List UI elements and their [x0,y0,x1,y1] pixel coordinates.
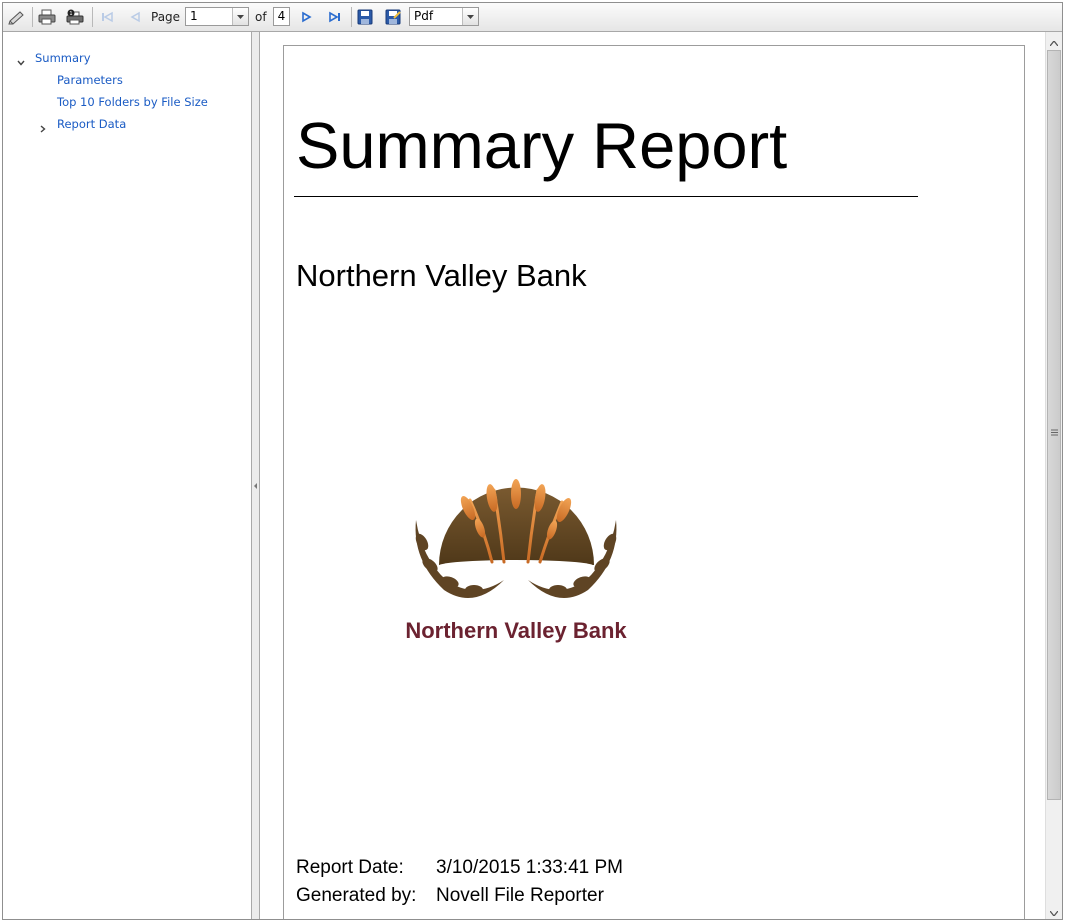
tree-item-label[interactable]: Top 10 Folders by File Size [57,93,208,111]
report-date-label: Report Date: [296,857,404,878]
vertical-scrollbar[interactable] [1045,32,1062,919]
scroll-up-button[interactable] [1046,32,1062,49]
report-date-value: 3/10/2015 1:33:41 PM [436,857,623,878]
save-icon [357,9,373,25]
tree-item-label[interactable]: Summary [35,49,91,67]
chevron-down-icon[interactable] [17,54,25,66]
first-page-button[interactable] [97,7,117,27]
document-map: Summary Parameters Top 10 Folders by Fil… [3,32,251,919]
chevron-down-icon [1049,901,1059,919]
page-number-value: 1 [190,9,198,23]
chevron-down-icon[interactable] [232,8,248,25]
save-button[interactable] [355,7,375,27]
bank-logo: Northern Valley Bank [404,430,664,660]
chevron-right-icon[interactable] [39,120,47,133]
chevron-up-icon [1049,31,1059,50]
next-page-button[interactable] [297,7,317,27]
last-page-button[interactable] [325,7,345,27]
of-label: of [255,10,267,24]
save-as-button[interactable] [383,7,403,27]
report-viewport: Summary Report Northern Valley Bank Nort… [260,32,1045,919]
report-viewer-window: 1 Page 1 of 4 Pdf Summary Parameters Top… [2,2,1063,920]
next-page-icon [301,11,313,23]
chevron-down-icon[interactable] [462,8,478,25]
collapse-arrow-icon[interactable] [254,474,257,489]
generated-by-value: Novell File Reporter [436,885,604,906]
edit-icon [8,9,26,25]
scroll-down-button[interactable] [1046,902,1062,919]
toolbar: 1 Page 1 of 4 Pdf [3,3,1062,32]
svg-text:Northern Valley Bank: Northern Valley Bank [405,618,627,643]
page-number-input[interactable]: 1 [185,7,249,26]
generated-by-label: Generated by: [296,885,417,906]
report-title: Summary Report [296,109,788,182]
prev-page-button[interactable] [125,7,145,27]
print-button[interactable] [37,7,57,27]
print-icon [38,9,56,25]
grip-icon [1051,421,1058,436]
company-name: Northern Valley Bank [296,258,587,293]
pane-splitter[interactable] [251,32,260,919]
page-label: Page [151,10,181,24]
first-page-icon [100,11,114,23]
export-format-value: Pdf [414,9,434,23]
export-format-select[interactable]: Pdf [409,7,479,26]
title-divider [294,196,918,197]
print-setup-button[interactable]: 1 [65,7,85,27]
page-total: 4 [273,7,290,26]
tree-item-label[interactable]: Report Data [57,115,126,133]
prev-page-icon [129,11,141,23]
print-setup-icon: 1 [66,9,84,25]
tree-item-label[interactable]: Parameters [57,71,123,89]
edit-button[interactable] [7,7,27,27]
save-as-icon [385,9,401,25]
scroll-thumb[interactable] [1047,50,1061,800]
report-page: Summary Report Northern Valley Bank Nort… [283,45,1025,919]
svg-text:1: 1 [69,11,72,17]
last-page-icon [328,11,342,23]
